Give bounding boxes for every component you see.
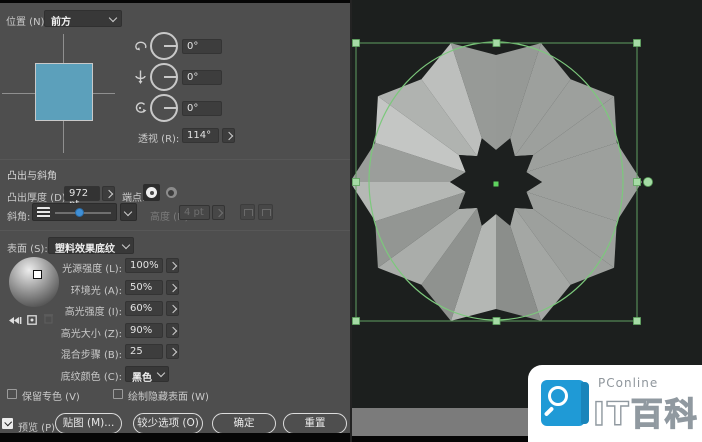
selection-handle[interactable] [634, 179, 641, 186]
section-divider [0, 159, 352, 160]
object-center-point[interactable] [494, 182, 499, 187]
ambient-light-label: 环境光 (A): [30, 282, 122, 297]
magnifier-glass-icon [548, 386, 568, 406]
chevron-down-icon [122, 241, 130, 249]
chevron-down-icon [124, 208, 132, 216]
extrude-depth-label: 凸出厚度 (D): [7, 189, 69, 204]
map-art-button[interactable]: 贴图 (M)... [55, 413, 122, 434]
rotate-z-dial[interactable] [150, 94, 178, 122]
extrude-section-title: 凸出与斜角 [7, 167, 57, 182]
bevel-label: 斜角: [7, 208, 30, 223]
bevel-height-input: 4 pt [179, 205, 210, 220]
highlight-intensity-input[interactable]: 60% [125, 301, 163, 316]
ambient-light-input[interactable]: 50% [125, 280, 163, 295]
ok-button[interactable]: 确定 [212, 413, 276, 434]
app-window: 位置 (N): 前方 0° 0° 0° 透视 (R): 114° 凸出 [0, 0, 702, 442]
dialog-bottom-border [0, 433, 352, 442]
rotate-x-dial[interactable] [150, 32, 178, 60]
highlight-size-input[interactable]: 90% [125, 323, 163, 338]
perspective-label: 透视 (R): [138, 130, 179, 145]
selection-handle[interactable] [634, 318, 641, 325]
position-label: 位置 (N): [6, 13, 48, 28]
magnifier-handle-icon [544, 406, 555, 417]
highlight-size-label: 高光大小 (Z): [30, 325, 122, 340]
cap-hollow-icon [166, 187, 177, 198]
bevel-dropdown[interactable] [32, 203, 117, 221]
caps-label: 端点: [122, 189, 145, 204]
blend-steps-input[interactable]: 25 [125, 344, 163, 359]
preserve-spot-checkbox[interactable] [7, 389, 17, 399]
cap-solid-icon [146, 187, 157, 198]
fewer-options-button[interactable]: 较少选项 (O) [133, 413, 203, 434]
highlight-intensity-label: 高光强度 (I): [30, 303, 122, 318]
dialog-top-border [0, 0, 352, 3]
ambient-light-stepper-icon[interactable] [166, 280, 179, 295]
bevel-profile-icon [37, 207, 50, 218]
rotate-z-icon [133, 101, 148, 115]
move-light-icon[interactable] [9, 310, 22, 329]
highlight-size-stepper-icon[interactable] [166, 323, 179, 338]
draw-hidden-checkbox[interactable] [113, 389, 123, 399]
watermark-brand-large: IT百科 [593, 389, 699, 435]
bevel-dropdown-button[interactable] [120, 203, 137, 221]
dial-pointer [164, 76, 176, 78]
chevron-down-icon [157, 369, 165, 377]
extrude-bevel-dialog: 位置 (N): 前方 0° 0° 0° 透视 (R): 114° 凸出 [0, 0, 352, 442]
magnifier-app-icon [541, 380, 585, 426]
surface-label: 表面 (S): [7, 240, 48, 255]
radius-widget-handle[interactable] [644, 178, 653, 187]
light-intensity-input[interactable]: 100% [125, 258, 163, 273]
draw-hidden-label: 绘制隐藏表面 (W) [128, 388, 209, 403]
shade-color-value: 黑色 [132, 373, 152, 384]
selection-handle[interactable] [634, 40, 641, 47]
rotate-y-input[interactable]: 0° [182, 70, 222, 85]
chevron-down-icon [109, 14, 117, 22]
preview-checkbox[interactable] [2, 418, 13, 429]
preview-label: 预览 (P) [18, 419, 55, 434]
perspective-stepper-icon[interactable] [222, 128, 235, 143]
rotate-x-icon [133, 39, 148, 53]
preserve-spot-label: 保留专色 (V) [22, 388, 80, 403]
light-intensity-stepper-icon[interactable] [166, 258, 179, 273]
selection-handle[interactable] [353, 179, 360, 186]
extrude-depth-input[interactable]: 972 pt [64, 186, 100, 201]
cap-solid-button[interactable] [143, 184, 160, 201]
dial-pointer [164, 107, 176, 109]
rotate-x-input[interactable]: 0° [182, 39, 222, 54]
position-value: 前方 [51, 17, 71, 28]
cap-hollow-button[interactable] [163, 184, 180, 201]
bevel-extent-out-button [240, 204, 255, 220]
bevel-height-stepper-icon [212, 205, 225, 220]
position-dropdown[interactable]: 前方 [44, 10, 122, 27]
rotate-z-input[interactable]: 0° [182, 101, 222, 116]
highlight-intensity-stepper-icon[interactable] [166, 301, 179, 316]
watermark-brand-small: PConline [598, 376, 658, 390]
rotation-cube-preview[interactable] [35, 63, 93, 121]
bevel-extent-in-button [258, 204, 273, 220]
dial-pointer [164, 45, 176, 47]
selection-handle[interactable] [353, 318, 360, 325]
section-divider [0, 230, 352, 231]
light-intensity-label: 光源强度 (L): [30, 260, 122, 275]
selection-handle[interactable] [353, 40, 360, 47]
blend-steps-stepper-icon[interactable] [166, 344, 179, 359]
perspective-input[interactable]: 114° [182, 128, 219, 143]
extrude-depth-stepper-icon[interactable] [102, 186, 115, 201]
blend-steps-label: 混合步骤 (B): [30, 346, 122, 361]
selection-handle[interactable] [493, 318, 500, 325]
icon-page-fold [581, 382, 589, 424]
rotate-y-icon [133, 70, 148, 84]
reset-button[interactable]: 重置 [283, 413, 347, 434]
pconline-watermark: PConline IT百科 [528, 365, 702, 442]
surface-value: 塑料效果底纹 [55, 244, 115, 255]
bevel-slider-thumb[interactable] [75, 208, 84, 217]
surface-dropdown[interactable]: 塑料效果底纹 [48, 237, 134, 254]
selection-handle[interactable] [493, 40, 500, 47]
shade-color-label: 底纹颜色 (C): [30, 368, 122, 383]
rotate-y-dial[interactable] [150, 63, 178, 91]
shade-color-dropdown[interactable]: 黑色 [125, 366, 169, 382]
